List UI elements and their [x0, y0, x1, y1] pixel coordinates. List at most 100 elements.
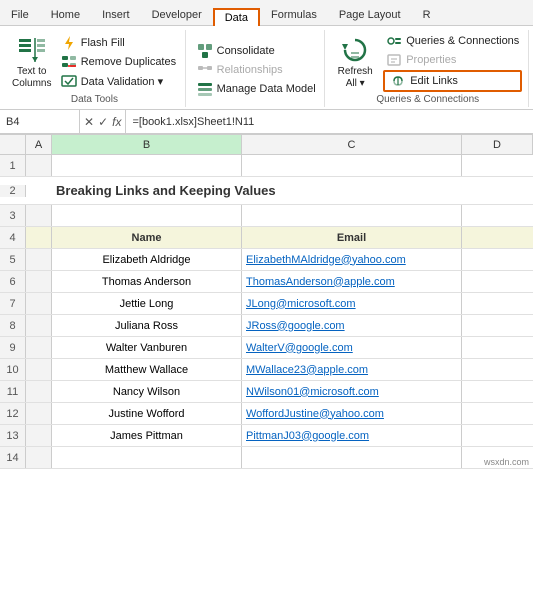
email-link-6[interactable]: ThomasAnderson@apple.com: [246, 276, 395, 288]
cell-d4[interactable]: [462, 227, 533, 248]
col-c-header[interactable]: C: [242, 135, 462, 154]
cell-c11[interactable]: NWilson01@microsoft.com: [242, 381, 462, 402]
cell-b13[interactable]: James Pittman: [52, 425, 242, 446]
cell-d6[interactable]: [462, 271, 533, 292]
cancel-formula-icon[interactable]: ✕: [84, 115, 94, 129]
remove-duplicates-button[interactable]: Remove Duplicates: [58, 53, 179, 71]
data-tools-label: Data Tools: [71, 92, 118, 105]
email-link-11[interactable]: NWilson01@microsoft.com: [246, 386, 379, 398]
cell-b10[interactable]: Matthew Wallace: [52, 359, 242, 380]
cell-d7[interactable]: [462, 293, 533, 314]
cell-b9[interactable]: Walter Vanburen: [52, 337, 242, 358]
tab-page-layout[interactable]: Page Layout: [328, 4, 412, 25]
ribbon-group-extra: Consolidate Relationships: [188, 30, 326, 107]
email-link-5[interactable]: ElizabethMAldridge@yahoo.com: [246, 254, 406, 266]
cell-reference[interactable]: B4: [0, 110, 80, 133]
remove-duplicates-icon: [61, 54, 77, 70]
row-num-1: 1: [0, 155, 26, 176]
email-link-13[interactable]: PittmanJ03@google.com: [246, 430, 369, 442]
col-b-header[interactable]: B: [52, 135, 242, 154]
cell-c13[interactable]: PittmanJ03@google.com: [242, 425, 462, 446]
cell-a4[interactable]: [26, 227, 52, 248]
manage-data-model-button[interactable]: Manage Data Model: [194, 80, 319, 98]
cell-c4[interactable]: Email: [242, 227, 462, 248]
col-d-header[interactable]: D: [462, 135, 533, 154]
cell-d5[interactable]: [462, 249, 533, 270]
cell-b12[interactable]: Justine Wofford: [52, 403, 242, 424]
relationships-button[interactable]: Relationships: [194, 61, 319, 79]
consolidate-button[interactable]: Consolidate: [194, 42, 319, 60]
cell-c7[interactable]: JLong@microsoft.com: [242, 293, 462, 314]
row-num-6: 6: [0, 271, 26, 292]
cell-c1[interactable]: [242, 155, 462, 176]
table-row: 11 Nancy Wilson NWilson01@microsoft.com: [0, 381, 533, 403]
cell-c5[interactable]: ElizabethMAldridge@yahoo.com: [242, 249, 462, 270]
tab-r[interactable]: R: [412, 4, 442, 25]
refresh-all-button[interactable]: RefreshAll ▾: [333, 32, 377, 92]
cell-a13[interactable]: [26, 425, 52, 446]
cell-d13[interactable]: [462, 425, 533, 446]
cell-a3[interactable]: [26, 205, 52, 226]
corner-cell: [0, 135, 26, 154]
cell-d8[interactable]: [462, 315, 533, 336]
cell-c3[interactable]: [242, 205, 462, 226]
cell-d3[interactable]: [462, 205, 533, 226]
refresh-all-label: RefreshAll ▾: [338, 66, 373, 90]
cell-d11[interactable]: [462, 381, 533, 402]
cell-d12[interactable]: [462, 403, 533, 424]
email-link-8[interactable]: JRoss@google.com: [246, 320, 345, 332]
edit-links-button[interactable]: Edit Links: [383, 70, 522, 92]
cell-a11[interactable]: [26, 381, 52, 402]
cell-b11[interactable]: Nancy Wilson: [52, 381, 242, 402]
cell-c12[interactable]: WoffordJustine@yahoo.com: [242, 403, 462, 424]
cell-a1[interactable]: [26, 155, 52, 176]
data-validation-button[interactable]: Data Validation ▾: [58, 72, 179, 90]
cell-d10[interactable]: [462, 359, 533, 380]
row-num-10: 10: [0, 359, 26, 380]
cell-b3[interactable]: [52, 205, 242, 226]
data-validation-icon: [61, 73, 77, 89]
properties-button[interactable]: Properties: [383, 51, 522, 69]
cell-b4[interactable]: Name: [52, 227, 242, 248]
flash-fill-button[interactable]: Flash Fill: [58, 34, 179, 52]
cell-b7[interactable]: Jettie Long: [52, 293, 242, 314]
email-link-10[interactable]: MWallace23@apple.com: [246, 364, 368, 376]
cell-c14[interactable]: [242, 447, 462, 468]
email-link-7[interactable]: JLong@microsoft.com: [246, 298, 356, 310]
col-a-header[interactable]: A: [26, 135, 52, 154]
cell-d9[interactable]: [462, 337, 533, 358]
tab-developer[interactable]: Developer: [141, 4, 213, 25]
email-link-9[interactable]: WalterV@google.com: [246, 342, 353, 354]
cell-c9[interactable]: WalterV@google.com: [242, 337, 462, 358]
cell-a9[interactable]: [26, 337, 52, 358]
cell-d1[interactable]: [462, 155, 533, 176]
email-link-12[interactable]: WoffordJustine@yahoo.com: [246, 408, 384, 420]
cell-a5[interactable]: [26, 249, 52, 270]
cell-c6[interactable]: ThomasAnderson@apple.com: [242, 271, 462, 292]
cell-a6[interactable]: [26, 271, 52, 292]
queries-connections-icon: [386, 33, 402, 49]
queries-connections-button[interactable]: Queries & Connections: [383, 32, 522, 50]
tab-data[interactable]: Data: [213, 8, 260, 26]
cell-a10[interactable]: [26, 359, 52, 380]
cell-a12[interactable]: [26, 403, 52, 424]
tab-bar: File Home Insert Developer Data Formulas…: [0, 0, 533, 26]
cell-b1[interactable]: [52, 155, 242, 176]
cell-b8[interactable]: Juliana Ross: [52, 315, 242, 336]
cell-c8[interactable]: JRoss@google.com: [242, 315, 462, 336]
cell-b6[interactable]: Thomas Anderson: [52, 271, 242, 292]
confirm-formula-icon[interactable]: ✓: [98, 115, 108, 129]
tab-home[interactable]: Home: [40, 4, 91, 25]
cell-a14[interactable]: [26, 447, 52, 468]
cell-c10[interactable]: MWallace23@apple.com: [242, 359, 462, 380]
cell-b14[interactable]: [52, 447, 242, 468]
tab-file[interactable]: File: [0, 4, 40, 25]
insert-function-icon[interactable]: fx: [112, 115, 121, 129]
formula-input[interactable]: =[book1.xlsx]Sheet1!N11: [126, 116, 533, 128]
cell-a8[interactable]: [26, 315, 52, 336]
cell-b5[interactable]: Elizabeth Aldridge: [52, 249, 242, 270]
cell-a7[interactable]: [26, 293, 52, 314]
tab-insert[interactable]: Insert: [91, 4, 141, 25]
tab-formulas[interactable]: Formulas: [260, 4, 328, 25]
text-to-columns-button[interactable]: Text toColumns: [10, 32, 54, 92]
